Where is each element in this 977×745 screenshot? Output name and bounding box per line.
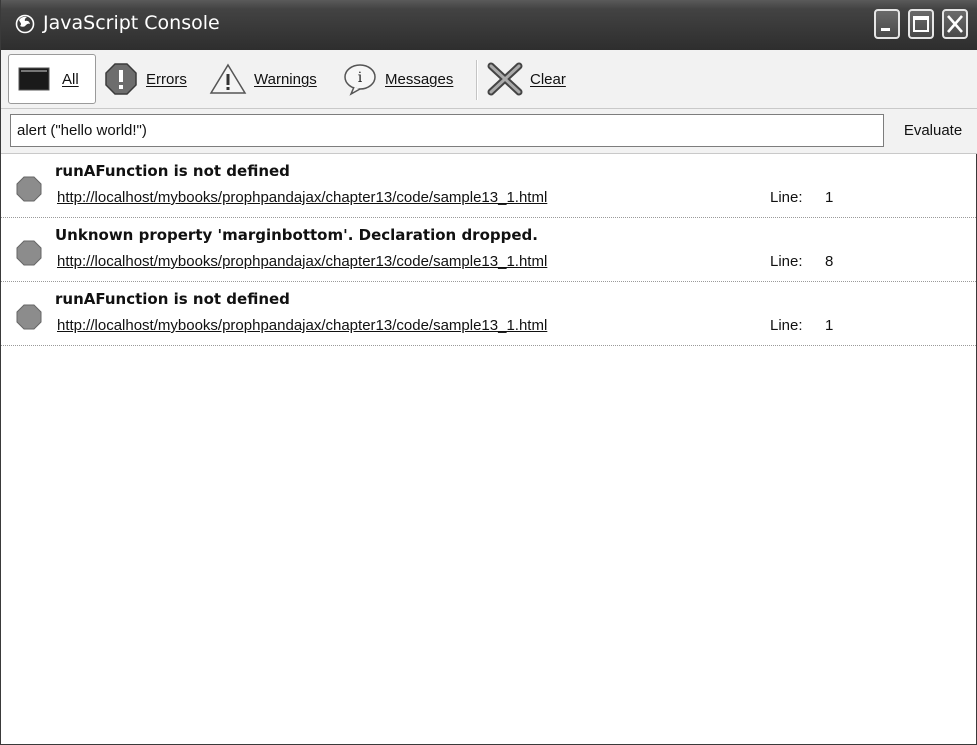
clear-icon	[487, 62, 523, 96]
svg-text:i: i	[358, 70, 363, 86]
close-icon	[947, 15, 963, 33]
minimize-button[interactable]	[874, 9, 900, 39]
message-list[interactable]: runAFunction is not defined http://local…	[1, 154, 976, 346]
filter-errors-label: Errors	[146, 70, 187, 88]
evaluate-bar: Evaluate	[1, 109, 977, 154]
filter-all-label: All	[62, 70, 79, 88]
minimize-icon	[881, 28, 890, 31]
code-input[interactable]	[10, 114, 884, 147]
error-icon	[16, 304, 42, 330]
window-title: JavaScript Console	[43, 12, 220, 34]
filter-all-button[interactable]: All	[8, 54, 96, 104]
filter-warnings-button[interactable]: Warnings	[209, 54, 329, 104]
list-item[interactable]: runAFunction is not defined http://local…	[1, 282, 976, 346]
line-number: 1	[825, 317, 834, 334]
toolbar: All Errors Warnings i Messages Clear	[1, 50, 977, 109]
filter-warnings-label: Warnings	[254, 70, 317, 88]
title-bar[interactable]: JavaScript Console	[1, 0, 977, 50]
maximize-icon	[913, 16, 929, 32]
line-label: Line:	[770, 189, 803, 206]
console-window: JavaScript Console All Errors Warnings i…	[0, 0, 977, 745]
error-icon	[16, 176, 42, 202]
line-number: 8	[825, 253, 834, 270]
source-link[interactable]: http://localhost/mybooks/prophpandajax/c…	[57, 189, 547, 206]
evaluate-button[interactable]: Evaluate	[888, 114, 977, 147]
clear-button[interactable]: Clear	[486, 54, 576, 104]
filter-messages-button[interactable]: i Messages	[342, 54, 467, 104]
list-item[interactable]: runAFunction is not defined http://local…	[1, 154, 976, 218]
line-label: Line:	[770, 317, 803, 334]
console-icon	[18, 67, 50, 91]
list-item[interactable]: Unknown property 'marginbottom'. Declara…	[1, 218, 976, 282]
error-icon	[105, 63, 137, 95]
source-link[interactable]: http://localhost/mybooks/prophpandajax/c…	[57, 317, 547, 334]
maximize-button[interactable]	[908, 9, 934, 39]
line-label: Line:	[770, 253, 803, 270]
close-button[interactable]	[942, 9, 968, 39]
message-text: runAFunction is not defined	[55, 290, 290, 308]
source-link[interactable]: http://localhost/mybooks/prophpandajax/c…	[57, 253, 547, 270]
warning-icon	[209, 63, 247, 94]
message-text: Unknown property 'marginbottom'. Declara…	[55, 226, 538, 244]
filter-messages-label: Messages	[385, 70, 454, 88]
clear-label: Clear	[530, 70, 566, 88]
info-icon: i	[344, 64, 376, 96]
filter-errors-button[interactable]: Errors	[104, 54, 196, 104]
message-text: runAFunction is not defined	[55, 162, 290, 180]
firefox-icon	[15, 14, 35, 34]
line-number: 1	[825, 189, 834, 206]
toolbar-separator	[476, 60, 478, 100]
error-icon	[16, 240, 42, 266]
